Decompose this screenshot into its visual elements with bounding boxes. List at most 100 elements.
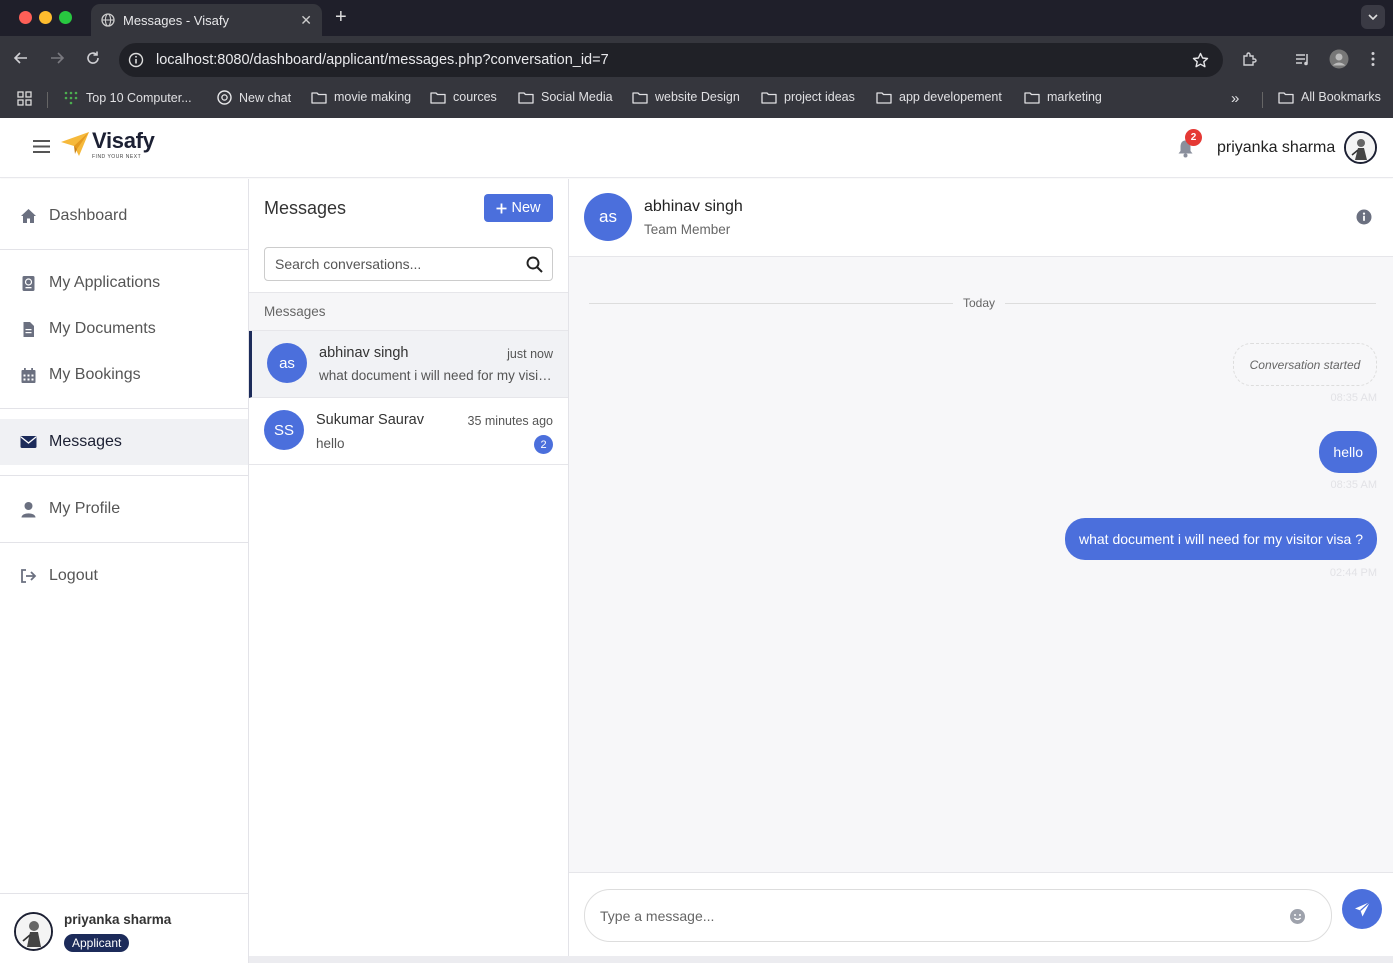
conversation-avatar: SS: [264, 410, 304, 450]
bookmark-folder[interactable]: Social Media: [518, 90, 613, 104]
close-window-button[interactable]: [19, 11, 32, 24]
new-tab-button[interactable]: +: [335, 6, 347, 29]
search-input[interactable]: [265, 248, 515, 280]
conversation-time: just now: [507, 347, 553, 361]
bookmark-folder[interactable]: cources: [430, 90, 497, 104]
message-bubble: hello: [1319, 431, 1377, 473]
bookmark-label: project ideas: [784, 90, 855, 104]
minimize-window-button[interactable]: [39, 11, 52, 24]
more-bookmarks-chevron-icon[interactable]: »: [1231, 90, 1239, 107]
zoom-window-button[interactable]: [59, 11, 72, 24]
document-icon: [20, 321, 37, 338]
system-message: Conversation started: [1233, 343, 1377, 386]
sidebar-item-label: My Applications: [49, 274, 161, 291]
bookmark-label: Social Media: [541, 90, 613, 104]
message-input[interactable]: [584, 889, 1332, 942]
user-icon: [20, 501, 37, 518]
tab-title: Messages - Visafy: [123, 13, 229, 28]
kebab-menu-icon[interactable]: [1370, 51, 1376, 67]
bookmark-folder[interactable]: app developement: [876, 90, 1002, 104]
divider: [0, 542, 248, 543]
bookmark-label: New chat: [239, 90, 292, 105]
site-info-icon[interactable]: [128, 52, 144, 68]
media-control-icon[interactable]: [1294, 51, 1311, 68]
sidebar-item-dashboard[interactable]: Dashboard: [0, 193, 248, 239]
conversation-preview: hello: [316, 436, 345, 451]
bookmark-label: marketing: [1047, 90, 1102, 104]
conversation-item[interactable]: SS Sukumar Saurav 35 minutes ago hello 2: [249, 398, 568, 465]
paper-plane-icon: [1354, 901, 1370, 916]
chat-panel: as abhinav singh Team Member Today Conve…: [569, 179, 1393, 963]
message-time: 02:44 PM: [1329, 567, 1377, 579]
conversation-item[interactable]: as abhinav singh just now what document …: [249, 331, 568, 398]
bookmark-label: website Design: [655, 90, 740, 104]
all-bookmarks-folder[interactable]: All Bookmarks: [1278, 90, 1381, 104]
conversations-title: Messages: [264, 198, 347, 218]
conversation-time: 35 minutes ago: [467, 414, 553, 428]
bookmark-label: movie making: [334, 90, 412, 104]
emoji-icon[interactable]: [1289, 908, 1306, 925]
back-arrow-icon[interactable]: [13, 50, 29, 66]
address-bar[interactable]: localhost:8080/dashboard/applicant/messa…: [119, 43, 1223, 77]
unread-badge: 2: [534, 435, 553, 454]
chat-contact-role: Team Member: [644, 222, 731, 237]
folder-icon: [876, 91, 892, 104]
conversation-list-header: Messages: [249, 292, 568, 331]
folder-icon: [1024, 91, 1040, 104]
sidebar-user-name: priyanka sharma: [64, 912, 172, 927]
forward-arrow-icon[interactable]: [49, 50, 65, 66]
visafy-logo[interactable]: Visafy FIND YOUR NEXT: [60, 130, 155, 160]
avatar[interactable]: [1344, 131, 1377, 164]
sidebar-user-card[interactable]: priyanka sharma Applicant: [0, 893, 248, 963]
reload-icon[interactable]: [85, 50, 101, 66]
hamburger-menu-icon[interactable]: [33, 139, 50, 154]
message-composer: [569, 872, 1393, 963]
horizontal-scrollbar[interactable]: [249, 956, 1393, 963]
chat-avatar: as: [584, 193, 632, 241]
folder-icon: [518, 91, 534, 104]
sidebar-item-my-documents[interactable]: My Documents: [0, 306, 248, 352]
apps-grid-icon[interactable]: [17, 91, 32, 106]
sidebar-item-my-bookings[interactable]: My Bookings: [0, 352, 248, 398]
browser-tab[interactable]: Messages - Visafy ✕: [91, 4, 322, 36]
tab-search-button[interactable]: [1361, 5, 1385, 29]
bookmark-item[interactable]: Top 10 Computer...: [63, 90, 192, 106]
send-button[interactable]: [1342, 889, 1382, 929]
bookmark-label: Top 10 Computer...: [86, 91, 192, 105]
sidebar-item-logout[interactable]: Logout: [0, 553, 248, 599]
header-user-name[interactable]: priyanka sharma: [1217, 139, 1335, 157]
bookmark-star-icon[interactable]: [1192, 52, 1209, 69]
bookmark-label: All Bookmarks: [1301, 90, 1381, 104]
role-badge: Applicant: [64, 934, 130, 952]
sidebar-item-my-profile[interactable]: My Profile: [0, 486, 248, 532]
divider: [0, 475, 248, 476]
date-divider: Today: [953, 296, 1006, 310]
info-icon[interactable]: [1356, 209, 1372, 225]
bookmark-folder[interactable]: movie making: [311, 90, 411, 104]
bookmark-folder[interactable]: project ideas: [761, 90, 855, 104]
new-conversation-button[interactable]: New: [484, 194, 553, 222]
dotted-site-icon: [64, 91, 78, 105]
message-bubble: what document i will need for my visitor…: [1065, 518, 1377, 560]
envelope-icon: [20, 435, 37, 449]
url-text: localhost:8080/dashboard/applicant/messa…: [156, 52, 609, 68]
profile-avatar-icon[interactable]: [1329, 49, 1349, 69]
extensions-icon[interactable]: [1241, 51, 1258, 68]
divider: [0, 249, 248, 250]
conversation-avatar: as: [267, 343, 307, 383]
bookmark-folder[interactable]: website Design: [632, 90, 740, 104]
conversations-panel: Messages New Messages as abhinav singh j…: [249, 179, 569, 963]
sidebar-item-messages[interactable]: Messages: [0, 419, 248, 465]
paper-plane-logo-icon: [61, 132, 89, 156]
search-icon[interactable]: [526, 256, 543, 273]
close-tab-icon[interactable]: ✕: [300, 12, 312, 29]
conversation-preview: what document i will need for my visit..…: [319, 368, 553, 383]
message-time: 08:35 AM: [1330, 392, 1377, 404]
folder-icon: [632, 91, 648, 104]
bookmarks-separator: [1262, 92, 1263, 108]
chevron-down-icon: [1368, 14, 1378, 20]
sidebar-item-my-applications[interactable]: My Applications: [0, 260, 248, 306]
sidebar-item-label: My Profile: [49, 500, 121, 517]
bookmark-item[interactable]: New chat: [217, 90, 291, 105]
bookmark-folder[interactable]: marketing: [1024, 90, 1102, 104]
